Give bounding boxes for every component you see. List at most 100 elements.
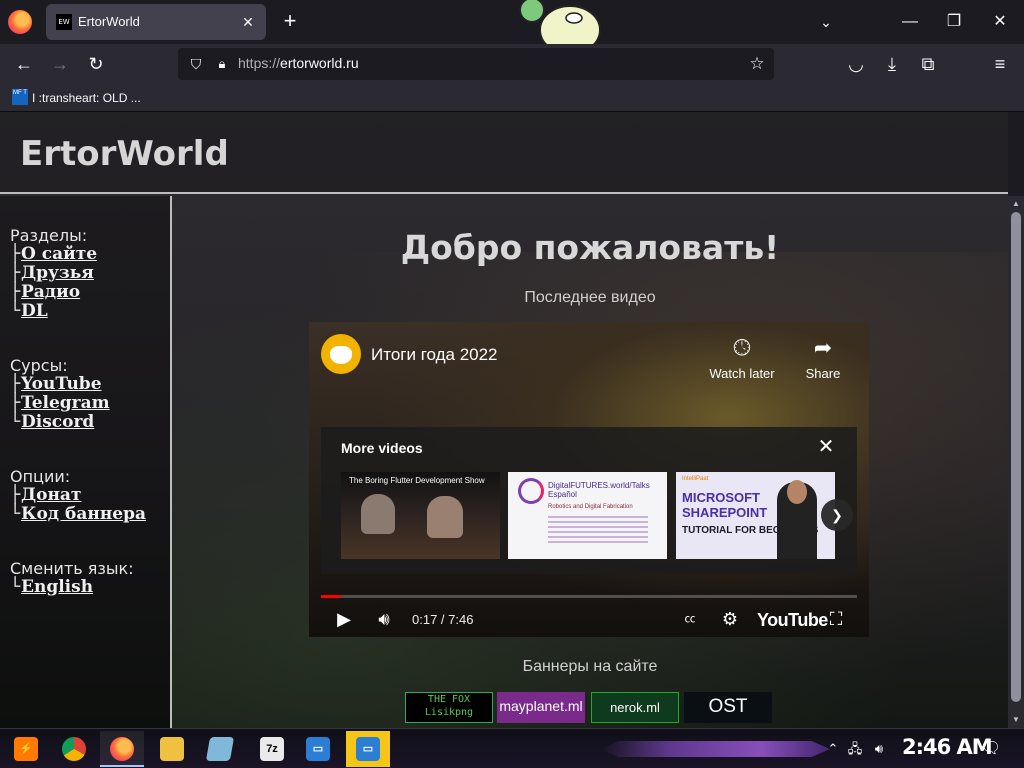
youtube-logo[interactable]: YouTube — [757, 610, 828, 631]
sidebar-link-radio[interactable]: ├Радио — [10, 283, 97, 302]
channel-avatar[interactable] — [321, 334, 361, 374]
chevron-right-icon[interactable]: ❯ — [821, 499, 853, 531]
sidebar-link-telegram[interactable]: ├Telegram — [10, 394, 110, 413]
fullscreen-icon[interactable]: ⛶ — [823, 606, 849, 632]
watch-later-button[interactable]: 🕓︎ Watch later — [702, 335, 782, 382]
sidebar-link-dl[interactable]: └DL — [10, 302, 97, 321]
close-window-button[interactable]: ✕ — [978, 6, 1022, 38]
page-scrollbar[interactable]: ▲ ▼ — [1008, 196, 1024, 728]
scrollbar-thumb[interactable] — [1011, 212, 1021, 702]
close-icon[interactable]: ✕ — [815, 436, 837, 458]
clock[interactable]: 2:46 AM — [902, 735, 993, 759]
firefox-menu-icon[interactable] — [8, 10, 32, 34]
url-host: ertorworld.ru — [280, 55, 359, 71]
main-title: Добро пожаловать! — [400, 228, 780, 267]
sidebar-link-donate[interactable]: ├Донат — [10, 486, 146, 505]
taskbar-decoration — [600, 741, 830, 757]
start-button[interactable]: ⚡ — [4, 731, 48, 767]
bookmark-star-icon[interactable]: ☆ — [746, 53, 768, 75]
tab-ertorworld[interactable]: EW ErtorWorld ✕ — [46, 4, 266, 40]
share-label: Share — [805, 366, 841, 381]
scroll-up-arrow-icon[interactable]: ▲ — [1008, 196, 1024, 212]
taskbar: ⚡ 7z ▭ ▭ ⌃ 🖧︎ 🔊︎ 2:46 AM 🗨︎ — [0, 728, 1024, 768]
lock-icon[interactable]: 🔒︎ — [212, 54, 232, 74]
thumbnail-text-lines — [548, 516, 648, 546]
taskbar-remote-desktop-active[interactable]: ▭ — [346, 731, 390, 767]
volume-icon[interactable]: 🔊︎ — [371, 606, 397, 632]
video-thumbnail[interactable]: DigitalFUTURES.world/Talks Español Robot… — [508, 472, 667, 559]
banner-nerok[interactable]: nerok.ml — [591, 692, 679, 723]
taskbar-remote-desktop[interactable]: ▭ — [296, 731, 340, 767]
downloads-icon[interactable]: ⤓ — [878, 50, 906, 78]
banners-title: Баннеры на сайте — [522, 658, 658, 675]
sidebar-link-youtube[interactable]: ├YouTube — [10, 375, 110, 394]
video-thumbnail[interactable]: IntelliPaat MICROSOFT SHAREPOINT TUTORIA… — [676, 472, 835, 559]
start-icon: ⚡ — [14, 737, 38, 761]
clock-icon: 🕓︎ — [733, 335, 751, 360]
tray-expand-icon[interactable]: ⌃ — [826, 737, 840, 761]
sidebar-sections: Разделы: ├О сайте ├Друзья ├Радио └DL — [10, 226, 97, 321]
notifications-icon[interactable]: 🗨︎ — [980, 737, 1002, 761]
digitalfutures-logo-icon — [518, 478, 544, 504]
sidebar-link-discord[interactable]: └Discord — [10, 413, 110, 432]
volume-tray-icon[interactable]: 🔊︎ — [870, 737, 888, 761]
sidebar-heading-sections: Разделы: — [10, 226, 88, 245]
thumbnail-subtitle: Robotics and Digital Fabrication — [548, 504, 633, 510]
back-icon[interactable]: ← — [10, 50, 38, 78]
web-page: ErtorWorld Разделы: ├О сайте ├Друзья ├Ра… — [0, 112, 1008, 728]
firefox-icon — [110, 737, 134, 761]
sidebar-heading-sources: Сурсы: — [10, 356, 68, 375]
favicon-icon: EW — [56, 14, 72, 30]
taskbar-firefox[interactable] — [100, 731, 144, 767]
youtube-embed[interactable]: Итоги года 2022 🕓︎ Watch later ➦ Share M… — [309, 322, 869, 637]
menu-icon[interactable]: ≡ — [986, 50, 1014, 78]
settings-gear-icon[interactable]: ⚙ — [717, 606, 743, 632]
minimize-button[interactable]: — — [888, 6, 932, 38]
url-bar[interactable]: ⛉ 🔒︎ https://ertorworld.ru ☆ — [178, 48, 774, 80]
sidebar-link-about[interactable]: ├О сайте — [10, 245, 97, 264]
video-thumbnail[interactable]: The Boring Flutter Development Show — [341, 472, 500, 559]
restore-button[interactable]: ❐ — [932, 6, 976, 38]
file-explorer-icon — [160, 737, 184, 761]
thumbnail-caption: DigitalFUTURES.world/Talks Español — [548, 481, 650, 499]
7zip-icon: 7z — [260, 737, 284, 761]
forward-icon[interactable]: → — [46, 50, 74, 78]
share-button[interactable]: ➦ Share — [783, 336, 863, 382]
latest-video-label: Последнее видео — [524, 289, 656, 306]
list-all-tabs-icon[interactable]: ⌄ — [814, 10, 838, 34]
scroll-down-arrow-icon[interactable]: ▼ — [1008, 712, 1024, 728]
network-icon[interactable]: 🖧︎ — [846, 737, 864, 761]
taskbar-7zip[interactable]: 7z — [250, 731, 294, 767]
captions-icon[interactable]: ㏄ — [677, 606, 703, 632]
progress-bar[interactable] — [321, 595, 857, 598]
play-icon[interactable]: ▶ — [331, 606, 357, 632]
banner-label: nerok.ml — [610, 700, 660, 715]
reload-icon[interactable]: ↻ — [82, 50, 110, 78]
banner-mayplanet[interactable]: mayplanet.ml — [497, 692, 585, 723]
presenter-face — [787, 480, 807, 504]
taskbar-chrome[interactable] — [52, 731, 96, 767]
sidebar-heading-language: Сменить язык: — [10, 559, 134, 578]
close-tab-icon[interactable]: ✕ — [238, 12, 258, 32]
taskbar-file-explorer[interactable] — [150, 731, 194, 767]
taskbar-notes[interactable] — [198, 731, 242, 767]
banner-the-fox[interactable]: THE FOX Lisikpng — [405, 692, 493, 723]
screen: EW ErtorWorld ✕ + ⌄ — ❐ ✕ ← → ↻ ⛉ 🔒︎ htt… — [0, 0, 1024, 768]
sidebar-link-english[interactable]: └English — [10, 578, 134, 597]
url-text[interactable]: https://ertorworld.ru — [238, 55, 359, 71]
pocket-icon[interactable]: ◡ — [842, 50, 870, 78]
more-videos-title: More videos — [341, 440, 423, 456]
bookmarks-bar: MF T I :transheart: OLD ... — [0, 84, 1024, 112]
tracking-protection-icon[interactable]: ⛉ — [186, 54, 206, 74]
extensions-icon[interactable]: ⧉ — [914, 50, 942, 78]
banner-ost[interactable]: OST — [684, 692, 772, 723]
new-tab-button[interactable]: + — [278, 8, 302, 36]
sidebar-heading-options: Опции: — [10, 467, 71, 486]
tab-bar: EW ErtorWorld ✕ + ⌄ — ❐ ✕ — [0, 0, 1024, 55]
sidebar-link-banner-code[interactable]: └Код баннера — [10, 505, 146, 524]
sidebar-link-friends[interactable]: ├Друзья — [10, 264, 97, 283]
site-header: ErtorWorld — [0, 112, 1008, 194]
video-title[interactable]: Итоги года 2022 — [371, 345, 498, 365]
remote-desktop-active-icon: ▭ — [356, 737, 380, 761]
bookmark-item[interactable]: I :transheart: OLD ... — [32, 91, 141, 105]
